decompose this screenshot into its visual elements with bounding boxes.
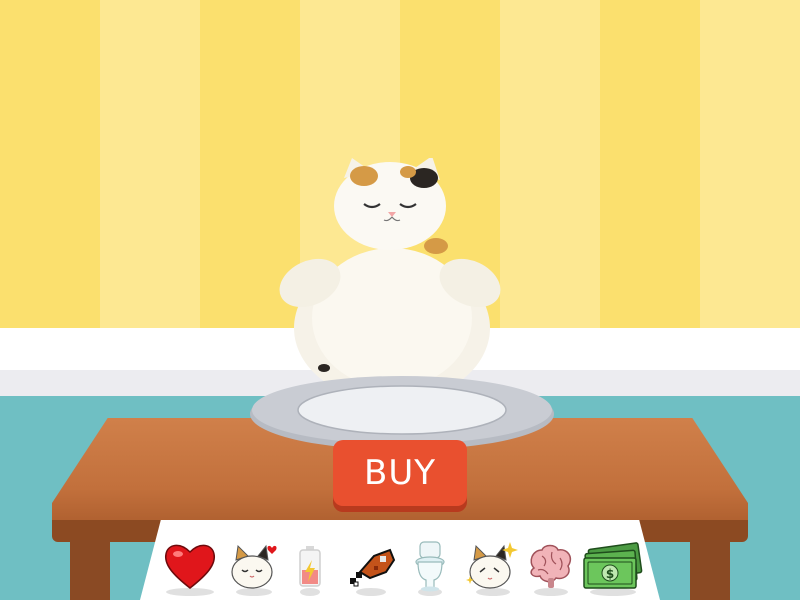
game-scene: BUY $ — [0, 0, 800, 600]
svg-text:$: $ — [606, 567, 614, 581]
cat-happy-item[interactable] — [464, 538, 520, 594]
heart-icon — [164, 544, 216, 589]
toilet-item[interactable] — [402, 538, 458, 594]
cat-plush[interactable] — [272, 158, 508, 398]
toilet-icon — [415, 541, 445, 592]
brain-item[interactable] — [522, 538, 578, 594]
battery-low-icon — [299, 546, 321, 587]
table-leg-right — [690, 540, 730, 600]
heart-item[interactable] — [162, 538, 218, 594]
money-item[interactable]: $ — [580, 538, 644, 594]
meat-drumstick-icon — [350, 548, 396, 587]
cat-love-item[interactable] — [226, 538, 282, 594]
food-item[interactable] — [344, 538, 400, 594]
brain-icon — [530, 544, 572, 588]
money-icon: $ — [583, 542, 643, 589]
battery-item[interactable] — [282, 538, 338, 594]
cat-sparkle-icon — [466, 542, 518, 589]
table-leg-left — [70, 540, 110, 600]
buy-button[interactable]: BUY — [333, 440, 467, 506]
cat-love-icon — [231, 544, 277, 589]
